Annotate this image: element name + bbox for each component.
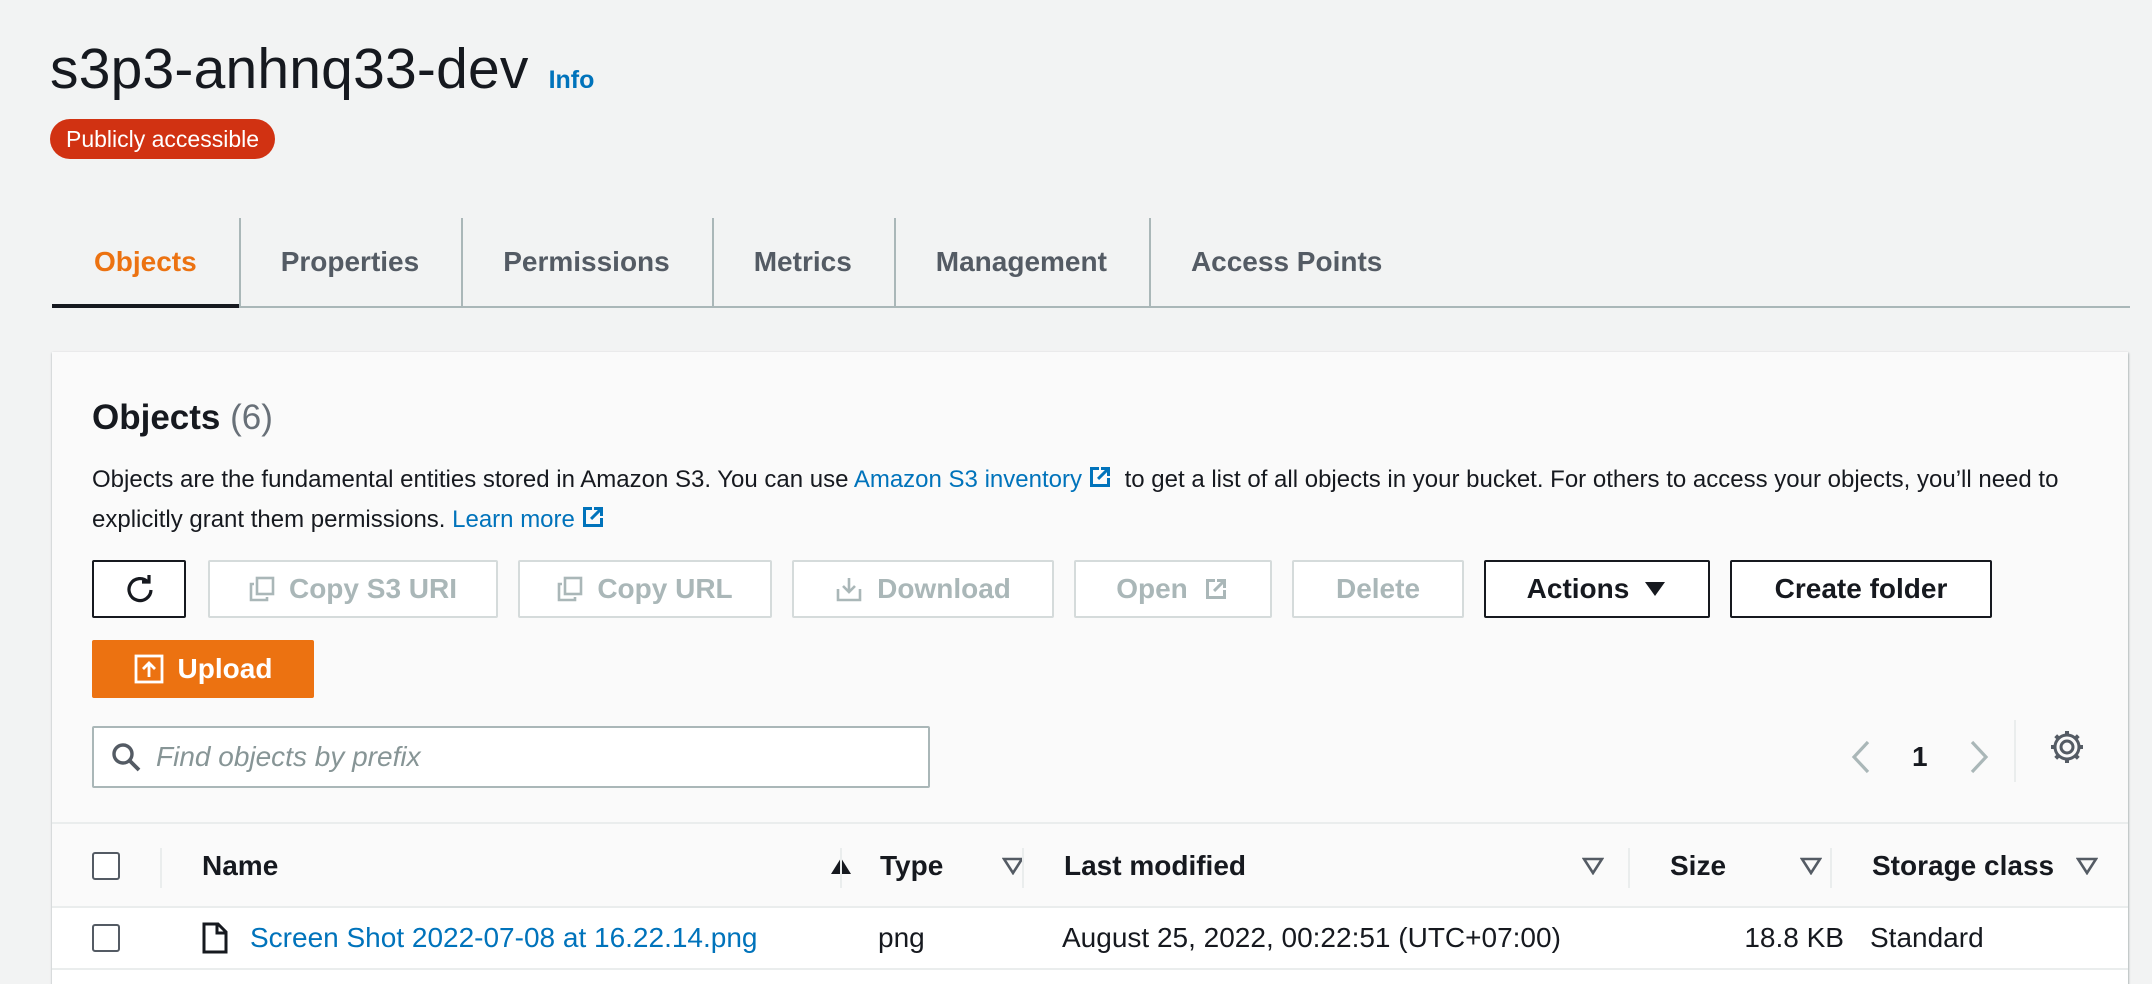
title-row: s3p3-anhnq33-dev Info bbox=[50, 36, 594, 102]
column-header-name[interactable]: Name bbox=[202, 824, 852, 908]
s3-inventory-link[interactable]: Amazon S3 inventory bbox=[854, 466, 1118, 493]
s3-inventory-link-label: Amazon S3 inventory bbox=[853, 466, 1082, 493]
sort-icon bbox=[1002, 857, 1024, 875]
objects-heading-label: Objects bbox=[92, 398, 221, 437]
delete-button[interactable]: Delete bbox=[1292, 560, 1464, 618]
page-number[interactable]: 1 bbox=[1912, 741, 1928, 773]
create-folder-button[interactable]: Create folder bbox=[1730, 560, 1992, 618]
download-icon bbox=[836, 578, 862, 602]
table-row bbox=[52, 970, 2128, 984]
search-input[interactable] bbox=[156, 741, 916, 773]
tab-metrics[interactable]: Metrics bbox=[711, 218, 894, 306]
column-last-modified-label: Last modified bbox=[1064, 850, 1247, 881]
copy-icon bbox=[558, 576, 583, 602]
sort-icon bbox=[2076, 857, 2098, 875]
sort-icon bbox=[1800, 857, 1822, 875]
object-size-cell: 18.8 KB bbox=[1744, 922, 1844, 953]
column-header-storage-class[interactable]: Storage class bbox=[1872, 824, 2098, 908]
objects-heading: Objects (6) bbox=[92, 398, 273, 438]
caret-down-icon bbox=[1645, 582, 1666, 596]
column-separator bbox=[1830, 848, 1832, 888]
open-button[interactable]: Open bbox=[1074, 560, 1272, 618]
upload-icon bbox=[134, 654, 163, 684]
tab-properties[interactable]: Properties bbox=[238, 218, 462, 306]
public-access-badge: Publicly accessible bbox=[50, 119, 276, 159]
copy-s3-uri-label: Copy S3 URI bbox=[288, 573, 458, 604]
objects-container: Objects (6) Objects are the fundamental … bbox=[52, 352, 2128, 984]
download-label: Download bbox=[877, 573, 1011, 604]
s3-bucket-page: s3p3-anhnq33-dev Info Publicly accessibl… bbox=[0, 0, 2152, 984]
desc-text-1: Objects are the fundamental entities sto… bbox=[92, 466, 854, 493]
copy-url-button[interactable]: Copy URL bbox=[518, 560, 772, 618]
bucket-title: s3p3-anhnq33-dev bbox=[50, 37, 529, 101]
upload-label: Upload bbox=[177, 653, 273, 684]
settings-gear-icon[interactable] bbox=[2048, 728, 2086, 766]
column-size-label: Size bbox=[1670, 850, 1727, 881]
chevron-left-icon[interactable] bbox=[1846, 739, 1876, 775]
open-label: Open bbox=[1116, 573, 1188, 604]
external-link-icon bbox=[1205, 579, 1226, 599]
external-link-icon bbox=[1089, 467, 1110, 487]
search-icon bbox=[112, 743, 141, 772]
object-name-cell: Screen Shot 2022-07-08 at 16.22.14.png bbox=[202, 908, 758, 968]
tab-objects[interactable]: Objects bbox=[52, 218, 239, 308]
actions-label: Actions bbox=[1526, 573, 1630, 604]
learn-more-link[interactable]: Learn more bbox=[452, 506, 611, 533]
info-link[interactable]: Info bbox=[549, 66, 595, 95]
column-separator bbox=[160, 848, 162, 888]
pagination: 1 bbox=[1846, 728, 1994, 786]
learn-more-label: Learn more bbox=[452, 506, 575, 533]
refresh-icon bbox=[127, 575, 153, 603]
object-last-modified-cell: August 25, 2022, 00:22:51 (UTC+07:00) bbox=[1062, 922, 1561, 953]
bucket-tabs: Objects Properties Permissions Metrics M… bbox=[52, 218, 2130, 308]
object-type-cell: png bbox=[878, 922, 925, 953]
row-checkbox[interactable] bbox=[92, 924, 120, 952]
select-all-checkbox[interactable] bbox=[92, 852, 120, 880]
copy-url-label: Copy URL bbox=[597, 573, 733, 604]
create-folder-label: Create folder bbox=[1774, 573, 1948, 604]
object-storage-class-cell: Standard bbox=[1870, 922, 1984, 953]
upload-button[interactable]: Upload bbox=[92, 640, 314, 698]
object-name-link[interactable]: Screen Shot 2022-07-08 at 16.22.14.png bbox=[250, 922, 758, 954]
copy-s3-uri-button[interactable]: Copy S3 URI bbox=[208, 560, 498, 618]
column-header-size[interactable]: Size bbox=[1670, 824, 1822, 908]
copy-icon bbox=[249, 576, 275, 602]
column-separator bbox=[1022, 848, 1024, 888]
tab-access-points[interactable]: Access Points bbox=[1148, 218, 1424, 306]
objects-description: Objects are the fundamental entities sto… bbox=[92, 460, 2072, 540]
file-icon bbox=[202, 922, 228, 954]
objects-count: (6) bbox=[230, 398, 273, 437]
tab-management[interactable]: Management bbox=[893, 218, 1149, 306]
column-storage-class-label: Storage class bbox=[1872, 850, 2055, 881]
column-header-last-modified[interactable]: Last modified bbox=[1064, 824, 1604, 908]
sort-icon bbox=[1582, 857, 1604, 875]
delete-label: Delete bbox=[1335, 573, 1421, 604]
tab-permissions[interactable]: Permissions bbox=[461, 218, 712, 306]
column-name-label: Name bbox=[202, 850, 279, 881]
column-separator bbox=[840, 848, 842, 888]
external-link-icon bbox=[582, 507, 603, 527]
actions-dropdown-button[interactable]: Actions bbox=[1484, 560, 1710, 618]
search-box bbox=[92, 726, 930, 788]
column-separator bbox=[1628, 848, 1630, 888]
table-row: Screen Shot 2022-07-08 at 16.22.14.png p… bbox=[52, 908, 2128, 970]
download-button[interactable]: Download bbox=[792, 560, 1054, 618]
chevron-right-icon[interactable] bbox=[1964, 739, 1994, 775]
objects-table: Name Type Last modified Size Storage cla… bbox=[52, 822, 2128, 984]
refresh-button[interactable] bbox=[92, 560, 186, 618]
pager-divider bbox=[2014, 720, 2016, 782]
table-header: Name Type Last modified Size Storage cla… bbox=[52, 822, 2128, 908]
column-type-label: Type bbox=[880, 850, 944, 881]
column-header-type[interactable]: Type bbox=[880, 824, 1024, 908]
